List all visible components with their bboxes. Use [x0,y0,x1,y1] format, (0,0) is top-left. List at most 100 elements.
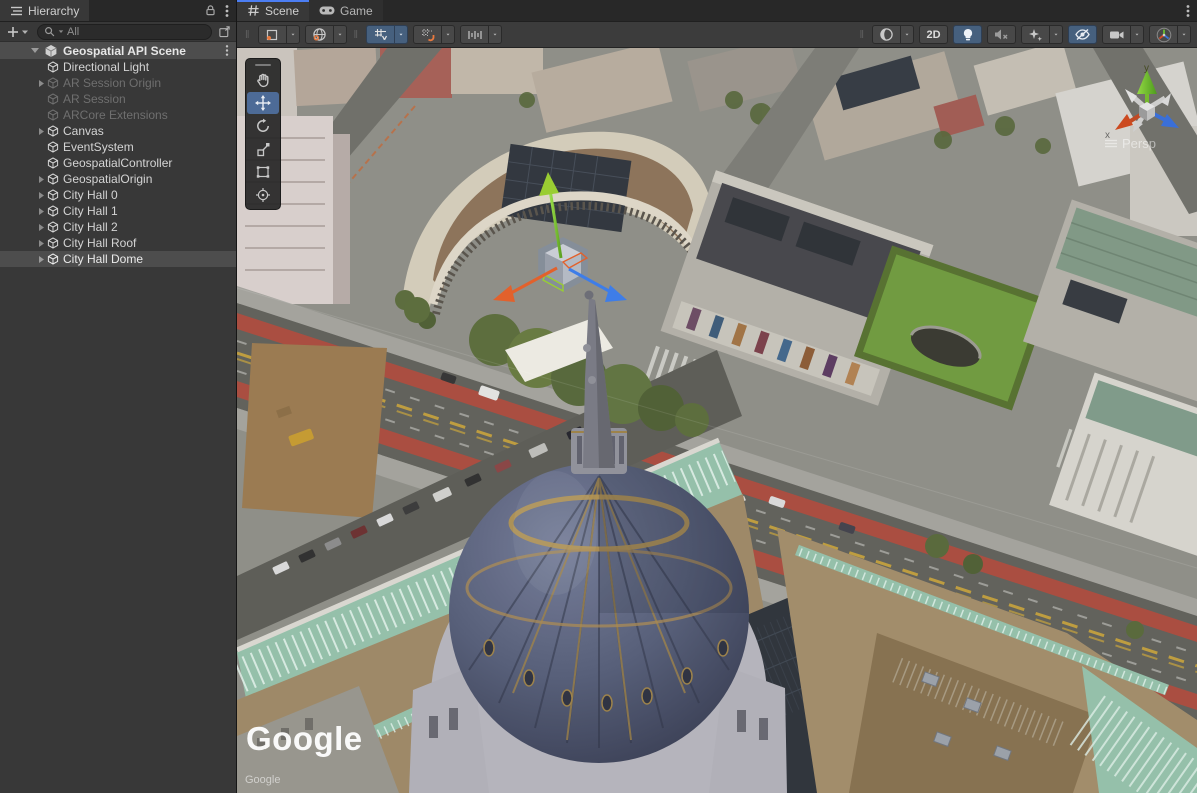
gizmos-dropdown[interactable] [1178,25,1191,44]
chevron-down-icon [446,32,450,37]
hierarchy-item[interactable]: EventSystem [0,139,236,155]
chevron-down-icon [905,32,909,37]
hierarchy-item[interactable]: GeospatialOrigin [0,171,236,187]
scene-3d-map-render [237,48,1197,793]
tab-game[interactable]: Game [309,0,383,21]
game-tab-label: Game [340,4,373,18]
rect-tool-icon [255,164,271,180]
scene-tabbar: Scene Game [237,0,1197,22]
chevron-down-icon [1135,32,1139,37]
camera-overlay[interactable] [1102,25,1131,44]
grid-snapping-toggle[interactable] [366,25,395,44]
gamepad-icon [319,5,335,16]
grid-snapping-dropdown[interactable] [395,25,408,44]
snap-increment-dropdown[interactable] [442,25,455,44]
view-hand-tool[interactable] [247,69,279,91]
search-placeholder: All [67,26,79,38]
hand-icon [255,72,271,88]
create-object-button[interactable] [5,26,31,38]
bulb-icon [962,28,974,42]
hierarchy-item[interactable]: City Hall 0 [0,187,236,203]
global-local-toggle[interactable] [305,25,334,44]
scene-root-row[interactable]: Geospatial API Scene [0,42,236,59]
hierarchy-item[interactable]: ARCore Extensions [0,107,236,123]
grid-snap-icon [373,27,388,42]
hierarchy-item[interactable]: City Hall 1 [0,203,236,219]
center-pivot-toggle[interactable] [258,25,287,44]
hierarchy-item[interactable]: GeospatialController [0,155,236,171]
transform-tool[interactable] [247,184,279,206]
search-icon [44,26,55,37]
unity-scene-icon [44,44,58,58]
chevron-down-icon [291,32,295,37]
scene-viewport[interactable]: y x Persp Google Google [237,48,1197,793]
chevron-down-icon [338,32,342,37]
axis-gizmo-icon [1156,27,1172,43]
gizmos-toggle[interactable] [1149,25,1178,44]
hierarchy-item[interactable]: AR Session Origin [0,75,236,91]
open-search-window-button[interactable] [218,25,231,38]
camera-icon [1109,29,1125,41]
magnet-grid-icon [420,27,435,42]
transform-tool-icon [255,187,271,203]
lighting-toggle[interactable] [953,25,982,44]
audio-toggle[interactable] [987,25,1016,44]
effects-dropdown[interactable] [1050,25,1063,44]
pivot-icon [265,28,279,42]
foldout-open-icon [30,47,40,54]
toolbar-drag-handle[interactable]: ‖ [243,29,253,41]
scene-root-label: Geospatial API Scene [63,44,186,58]
projection-mode-label[interactable]: Persp [1105,136,1156,151]
axis-y-label: y [1144,63,1149,74]
hierarchy-panel: Hierarchy All [0,0,237,793]
rotate-tool[interactable] [247,115,279,137]
toolbar-drag-handle[interactable]: ‖ [857,29,867,41]
hierarchy-menu-kebab-icon[interactable] [225,4,229,18]
move-icon [255,95,271,111]
center-pivot-dropdown[interactable] [287,25,300,44]
hierarchy-search-input[interactable]: All [37,24,212,40]
2d-toggle[interactable]: 2D [919,25,948,44]
toolbar-drag-handle[interactable]: ‖ [352,29,362,41]
hierarchy-item[interactable]: City Hall Roof [0,235,236,251]
scene-root-menu-icon[interactable] [225,44,229,57]
eye-hidden-icon [1074,28,1091,41]
lock-icon[interactable] [204,4,217,17]
scene-tab-label: Scene [265,4,299,18]
hierarchy-item[interactable]: AR Session [0,91,236,107]
tab-hierarchy[interactable]: Hierarchy [0,0,89,21]
snap-settings-dropdown[interactable] [489,25,502,44]
tab-scene[interactable]: Scene [237,0,309,21]
scale-icon [255,141,271,157]
google-attribution: Google [245,774,280,786]
projection-text: Persp [1122,136,1156,151]
hierarchy-item-selected[interactable]: City Hall Dome [0,251,236,267]
chevron-down-icon [1054,32,1058,37]
global-local-dropdown[interactable] [334,25,347,44]
tool-palette-drag-handle[interactable] [255,64,271,66]
unity-editor-window: Hierarchy All [0,0,1197,793]
rect-tool[interactable] [247,161,279,183]
chevron-down-icon [493,32,497,37]
scene-grid-icon [247,4,260,17]
globe-icon [312,27,327,42]
google-watermark: Google [246,720,363,758]
rotate-icon [255,118,271,134]
scene-panel: Scene Game ‖ [237,0,1197,793]
snap-increment-toggle[interactable] [413,25,442,44]
shading-mode[interactable] [872,25,901,44]
visibility-toggle[interactable] [1068,25,1097,44]
shading-mode-dropdown[interactable] [901,25,914,44]
tool-palette [245,58,281,210]
hierarchy-item[interactable]: City Hall 2 [0,219,236,235]
audio-muted-icon [994,28,1009,41]
hierarchy-item[interactable]: Canvas [0,123,236,139]
move-tool[interactable] [247,92,279,114]
effects-toggle[interactable] [1021,25,1050,44]
scene-panel-menu-kebab-icon[interactable] [1186,4,1190,18]
camera-overlay-dropdown[interactable] [1131,25,1144,44]
snap-settings[interactable] [460,25,489,44]
hierarchy-item[interactable]: Directional Light [0,59,236,75]
scale-tool[interactable] [247,138,279,160]
shaded-sphere-icon [879,27,894,42]
